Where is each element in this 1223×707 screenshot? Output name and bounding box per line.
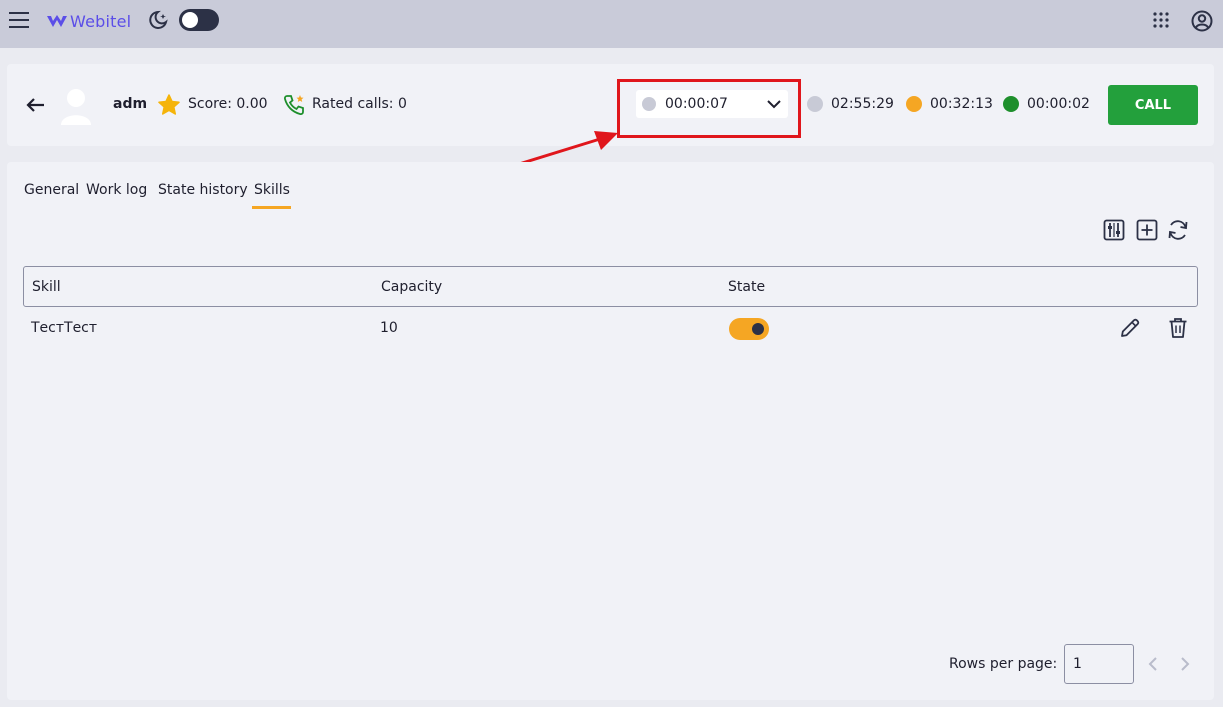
timer-break: 00:32:13	[906, 96, 993, 112]
table-header: Skill Capacity State	[23, 266, 1198, 307]
agent-name: adm	[113, 96, 148, 112]
call-button[interactable]: CALL	[1108, 85, 1198, 125]
switch-knob	[752, 323, 764, 335]
score-label: Score: 0.00	[188, 96, 268, 112]
table-row: ТестТест 10	[23, 310, 1198, 346]
avatar	[60, 87, 92, 125]
timer-idle: 02:55:29	[807, 96, 894, 112]
main-panel: General Work log State history Skills Sk…	[7, 162, 1214, 700]
next-page-icon[interactable]	[1180, 656, 1190, 672]
moon-icon	[148, 10, 170, 30]
hamburger-icon[interactable]	[9, 11, 29, 29]
column-skill[interactable]: Skill	[32, 279, 61, 295]
theme-toggle[interactable]	[179, 9, 219, 31]
logo: Webitel	[46, 10, 131, 32]
prev-page-icon[interactable]	[1148, 656, 1158, 672]
timer-dot	[807, 96, 823, 112]
timer-value: 00:32:13	[930, 96, 993, 112]
tab-general[interactable]: General	[24, 182, 79, 198]
back-arrow-icon[interactable]	[25, 97, 45, 113]
timer-online: 00:00:02	[1003, 96, 1090, 112]
toggle-knob	[182, 12, 198, 28]
webitel-logo-icon	[46, 13, 68, 29]
timer-value: 02:55:29	[831, 96, 894, 112]
cell-capacity: 10	[380, 320, 398, 336]
rated-call-icon	[283, 94, 305, 116]
account-icon[interactable]	[1191, 10, 1213, 32]
rows-per-page-label: Rows per page:	[949, 656, 1058, 672]
star-icon	[158, 94, 180, 115]
column-settings-icon[interactable]	[1103, 219, 1125, 241]
active-tab-indicator	[252, 206, 291, 209]
cell-skill: ТестТест	[31, 320, 98, 336]
edit-icon[interactable]	[1119, 317, 1141, 339]
column-state[interactable]: State	[728, 279, 765, 295]
rows-per-page-input[interactable]	[1064, 644, 1134, 684]
refresh-icon[interactable]	[1167, 219, 1189, 241]
add-icon[interactable]	[1136, 219, 1158, 241]
timer-dot	[1003, 96, 1019, 112]
highlight-box	[617, 79, 801, 138]
rated-calls-label: Rated calls: 0	[312, 96, 407, 112]
column-capacity[interactable]: Capacity	[381, 279, 442, 295]
tab-skills[interactable]: Skills	[254, 182, 290, 198]
tab-state-history[interactable]: State history	[158, 182, 248, 198]
logo-text: Webitel	[70, 11, 132, 31]
apps-grid-icon[interactable]	[1153, 12, 1169, 28]
tab-work-log[interactable]: Work log	[86, 182, 147, 198]
state-switch[interactable]	[729, 318, 769, 340]
timer-value: 00:00:02	[1027, 96, 1090, 112]
top-bar: Webitel	[0, 0, 1223, 48]
timer-dot	[906, 96, 922, 112]
delete-icon[interactable]	[1168, 317, 1188, 339]
